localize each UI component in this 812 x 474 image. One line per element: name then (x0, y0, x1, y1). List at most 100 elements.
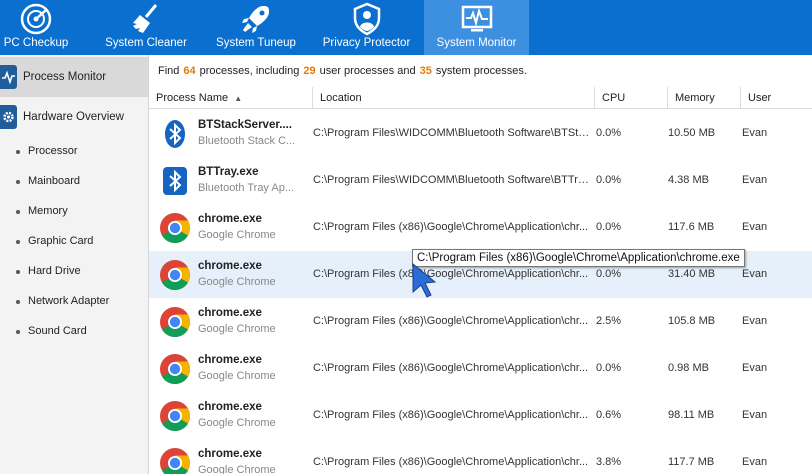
column-label: CPU (602, 92, 626, 104)
summary-text: system processes. (435, 65, 527, 77)
process-name: BTStackServer.... (198, 119, 292, 131)
process-monitor-icon (0, 65, 17, 89)
tab-system-tuneup[interactable]: System Tuneup (213, 0, 299, 55)
sidebar-subitem-label: Mainboard (28, 175, 80, 187)
sidebar-subitem-label: Memory (28, 205, 68, 217)
process-location: C:\Program Files\WIDCOMM\Bluetooth Softw… (313, 127, 591, 139)
process-name: BTTray.exe (198, 166, 259, 178)
process-name: chrome.exe (198, 448, 262, 460)
system-process-count: 35 (419, 65, 432, 77)
radar-icon (20, 3, 52, 35)
bullet-icon (16, 180, 20, 184)
sidebar-item-mainboard[interactable]: Mainboard (0, 169, 148, 195)
column-header-process-name[interactable]: Process Name ▲ (149, 87, 312, 109)
tab-system-cleaner[interactable]: System Cleaner (103, 0, 189, 55)
bullet-icon (16, 240, 20, 244)
sidebar-item-sound-card[interactable]: Sound Card (0, 319, 148, 345)
process-user: Evan (742, 127, 768, 139)
chrome-icon (160, 354, 191, 385)
sidebar-item-memory[interactable]: Memory (0, 199, 148, 225)
table-row[interactable]: chrome.exe Google Chrome C:\Program File… (149, 345, 812, 392)
process-user: Evan (742, 174, 768, 186)
table-row[interactable]: chrome.exe Google Chrome C:\Program File… (149, 392, 812, 439)
process-memory: 4.38 MB (668, 174, 709, 186)
bluetooth-icon (163, 167, 187, 195)
process-memory: 105.8 MB (668, 315, 716, 327)
table-row[interactable]: chrome.exe Google Chrome C:\Program File… (149, 204, 812, 251)
process-location: C:\Program Files (x86)\Google\Chrome\App… (313, 362, 589, 374)
table-row[interactable]: chrome.exe Google Chrome C:\Program File… (149, 298, 812, 345)
sidebar-item-network-adapter[interactable]: Network Adapter (0, 289, 148, 315)
total-process-count: 64 (183, 65, 196, 77)
sidebar-item-label: Hardware Overview (23, 111, 124, 123)
process-memory: 31.40 MB (668, 268, 716, 280)
bullet-icon (16, 270, 20, 274)
summary-text: processes, including (199, 65, 300, 77)
process-description: Google Chrome (198, 417, 276, 429)
process-cpu: 0.6% (596, 409, 622, 421)
rocket-icon (242, 6, 269, 33)
process-cpu: 0.0% (596, 362, 622, 374)
process-user: Evan (742, 362, 768, 374)
tab-system-monitor[interactable]: System Monitor (424, 0, 529, 55)
process-location: C:\Program Files (x86)\Google\Chrome\App… (313, 221, 589, 233)
bullet-icon (16, 150, 20, 154)
process-description: Bluetooth Tray Ap... (198, 182, 295, 194)
column-header-user[interactable]: User (740, 87, 812, 109)
chrome-icon (160, 401, 191, 432)
tab-pc-checkup[interactable]: PC Checkup (0, 0, 72, 55)
process-memory: 10.50 MB (668, 127, 716, 139)
table-header: Process Name ▲ Location CPU Memory User (149, 87, 812, 109)
process-description: Google Chrome (198, 323, 276, 335)
table-row[interactable]: BTStackServer.... Bluetooth Stack C... C… (149, 110, 812, 157)
process-memory: 117.7 MB (668, 456, 715, 468)
process-memory: 0.98 MB (668, 362, 709, 374)
process-description: Google Chrome (198, 464, 276, 474)
tab-label: System Cleaner (105, 37, 187, 49)
process-location: C:\Program Files\WIDCOMM\Bluetooth Softw… (313, 174, 591, 186)
chrome-icon (160, 213, 191, 244)
sidebar-item-hard-drive[interactable]: Hard Drive (0, 259, 148, 285)
sidebar-subitem-label: Graphic Card (28, 235, 94, 247)
chrome-icon (160, 448, 191, 474)
process-name: chrome.exe (198, 401, 262, 413)
sidebar-item-process-monitor[interactable]: Process Monitor (0, 57, 148, 97)
broom-icon (133, 4, 158, 33)
chrome-icon (160, 307, 191, 338)
sidebar-item-processor[interactable]: Processor (0, 139, 148, 165)
sort-ascending-icon: ▲ (234, 94, 243, 103)
bullet-icon (16, 330, 20, 334)
sidebar-subitem-label: Processor (28, 145, 78, 157)
process-cpu: 2.5% (596, 315, 622, 327)
process-location: C:\Program Files (x86)\Google\Chrome\App… (313, 315, 589, 327)
top-nav-bar: PC Checkup System Cleaner System Tuneup (0, 0, 812, 55)
sidebar-item-label: Process Monitor (23, 71, 107, 83)
tab-privacy-protector[interactable]: Privacy Protector (318, 0, 415, 55)
process-cpu: 0.0% (596, 221, 622, 233)
column-header-memory[interactable]: Memory (667, 87, 740, 109)
process-cpu: 0.0% (596, 268, 622, 280)
process-description: Google Chrome (198, 276, 276, 288)
process-description: Google Chrome (198, 229, 276, 241)
app-window: PC Checkup System Cleaner System Tuneup (0, 0, 812, 474)
table-row[interactable]: BTTray.exe Bluetooth Tray Ap... C:\Progr… (149, 157, 812, 204)
process-cpu: 0.0% (596, 174, 622, 186)
process-user: Evan (742, 315, 768, 327)
process-user: Evan (742, 268, 768, 280)
process-cpu: 0.0% (596, 127, 622, 139)
tab-label: PC Checkup (3, 37, 69, 49)
tab-label: Privacy Protector (322, 37, 411, 49)
sidebar-item-graphic-card[interactable]: Graphic Card (0, 229, 148, 255)
bullet-icon (16, 210, 20, 214)
process-table: BTStackServer.... Bluetooth Stack C... C… (149, 110, 812, 474)
process-location: C:\Program Files (x86)\Google\Chrome\App… (313, 268, 589, 280)
process-name: chrome.exe (198, 307, 262, 319)
bullet-icon (16, 300, 20, 304)
table-row[interactable]: chrome.exe Google Chrome C:\Program File… (149, 439, 812, 474)
column-header-location[interactable]: Location (312, 87, 594, 109)
sidebar-item-hardware-overview[interactable]: Hardware Overview (0, 97, 148, 137)
sidebar-subitem-label: Sound Card (28, 325, 87, 337)
column-label: Process Name (156, 92, 229, 104)
process-description: Google Chrome (198, 370, 276, 382)
column-header-cpu[interactable]: CPU (594, 87, 667, 109)
